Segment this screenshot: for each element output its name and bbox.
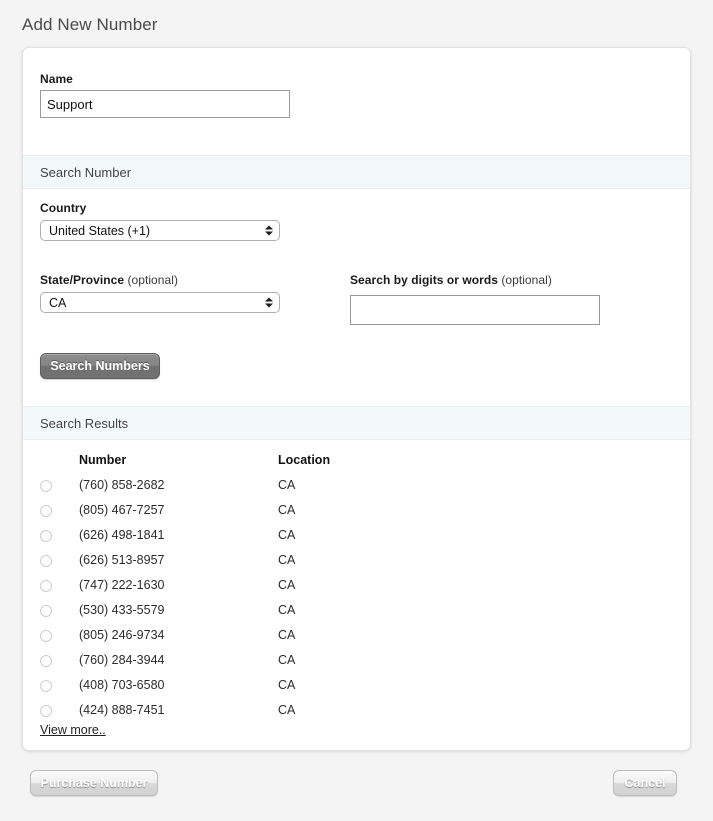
radio-icon xyxy=(40,630,52,642)
cell-location: CA xyxy=(278,528,296,542)
page-title: Add New Number xyxy=(22,15,158,34)
cell-number: (760) 284-3944 xyxy=(79,653,165,667)
number-radio-1[interactable] xyxy=(40,498,60,517)
table-row[interactable]: (626) 498-1841 CA xyxy=(23,523,690,548)
number-radio-7[interactable] xyxy=(40,648,60,667)
state-field-optional-text: (optional) xyxy=(127,273,178,287)
table-row[interactable]: (760) 284-3944 CA xyxy=(23,648,690,673)
column-header-location: Location xyxy=(278,453,331,467)
table-row[interactable]: (760) 858-2682 CA xyxy=(23,473,690,498)
digits-field-label-text: Search by digits or words xyxy=(350,273,498,287)
number-radio-3[interactable] xyxy=(40,548,60,567)
digits-field-label: Search by digits or words (optional) xyxy=(350,273,552,287)
table-row[interactable]: (408) 703-6580 CA xyxy=(23,673,690,698)
cell-location: CA xyxy=(278,503,296,517)
number-radio-4[interactable] xyxy=(40,573,60,592)
digits-field-optional-text: (optional) xyxy=(501,273,552,287)
number-radio-9[interactable] xyxy=(40,698,60,717)
table-row[interactable]: (805) 467-7257 CA xyxy=(23,498,690,523)
radio-icon xyxy=(40,680,52,692)
radio-icon xyxy=(40,480,52,492)
cell-number: (626) 498-1841 xyxy=(79,528,165,542)
country-field-label: Country xyxy=(40,201,87,215)
cell-location: CA xyxy=(278,578,296,592)
radio-icon xyxy=(40,555,52,567)
number-radio-0[interactable] xyxy=(40,473,60,492)
cell-number: (747) 222-1630 xyxy=(79,578,165,592)
radio-icon xyxy=(40,530,52,542)
state-select[interactable]: CA xyxy=(40,292,280,313)
cell-location: CA xyxy=(278,703,296,717)
search-results-section-header: Search Results xyxy=(23,406,690,440)
search-numbers-button[interactable]: Search Numbers xyxy=(40,353,160,379)
number-radio-2[interactable] xyxy=(40,523,60,542)
table-row[interactable]: (626) 513-8957 CA xyxy=(23,548,690,573)
cell-number: (760) 858-2682 xyxy=(79,478,165,492)
search-numbers-button-label: Search Numbers xyxy=(50,359,150,373)
number-radio-5[interactable] xyxy=(40,598,60,617)
search-number-section-title: Search Number xyxy=(40,164,132,180)
view-more-link[interactable]: View more.. xyxy=(40,723,106,737)
table-row[interactable]: (424) 888-7451 CA xyxy=(23,698,690,723)
search-results-table: Number Location (760) 858-2682 CA (805) 46… xyxy=(23,448,690,723)
purchase-number-button-label: Purchase Number xyxy=(40,776,148,790)
name-field-label: Name xyxy=(40,72,73,86)
cell-location: CA xyxy=(278,478,296,492)
search-number-section-header: Search Number xyxy=(23,155,690,189)
cell-location: CA xyxy=(278,653,296,667)
radio-icon xyxy=(40,705,52,717)
cell-number: (408) 703-6580 xyxy=(79,678,165,692)
cell-number: (805) 246-9734 xyxy=(79,628,165,642)
purchase-number-button[interactable]: Purchase Number xyxy=(30,770,158,796)
cancel-button-label: Cancel xyxy=(624,776,666,790)
column-header-number: Number xyxy=(79,453,127,467)
radio-icon xyxy=(40,580,52,592)
cell-number: (424) 888-7451 xyxy=(79,703,165,717)
table-row[interactable]: (805) 246-9734 CA xyxy=(23,623,690,648)
chevron-updown-icon xyxy=(264,223,273,238)
cell-location: CA xyxy=(278,553,296,567)
cell-location: CA xyxy=(278,628,296,642)
table-header-row: Number Location xyxy=(23,448,690,473)
state-field-label-text: State/Province xyxy=(40,273,125,287)
chevron-updown-icon xyxy=(264,295,273,310)
cell-number: (805) 467-7257 xyxy=(79,503,165,517)
cell-number: (626) 513-8957 xyxy=(79,553,165,567)
add-new-number-card: Name Search Number Country United States… xyxy=(22,47,691,751)
state-field-label: State/Province (optional) xyxy=(40,273,178,287)
search-digits-input[interactable] xyxy=(350,295,600,325)
country-select[interactable]: United States (+1) xyxy=(40,220,280,241)
cell-location: CA xyxy=(278,678,296,692)
radio-icon xyxy=(40,605,52,617)
number-radio-6[interactable] xyxy=(40,623,60,642)
radio-icon xyxy=(40,655,52,667)
country-select-value: United States (+1) xyxy=(49,223,151,238)
cell-number: (530) 433-5579 xyxy=(79,603,165,617)
cancel-button[interactable]: Cancel xyxy=(613,770,677,796)
cell-location: CA xyxy=(278,603,296,617)
search-results-section-title: Search Results xyxy=(40,415,129,431)
radio-icon xyxy=(40,505,52,517)
table-row[interactable]: (747) 222-1630 CA xyxy=(23,573,690,598)
state-select-value: CA xyxy=(49,295,67,310)
number-radio-8[interactable] xyxy=(40,673,60,692)
table-row[interactable]: (530) 433-5579 CA xyxy=(23,598,690,623)
name-input[interactable] xyxy=(40,90,290,118)
